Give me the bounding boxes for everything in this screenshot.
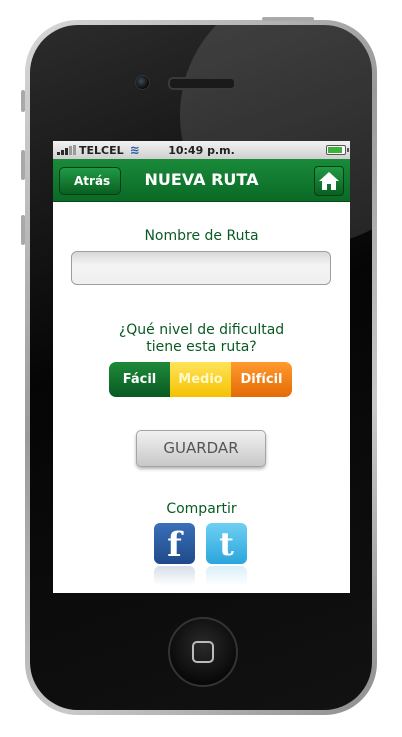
- difficulty-easy-option[interactable]: Fácil: [109, 362, 170, 397]
- share-label: Compartir: [166, 501, 237, 517]
- difficulty-hard-option[interactable]: Difícil: [231, 362, 292, 397]
- navigation-bar: Atrás NUEVA RUTA: [53, 159, 350, 202]
- earpiece-speaker: [168, 77, 236, 90]
- status-bar: TELCEL ≋ 10:49 p.m.: [53, 141, 350, 159]
- facebook-share-button[interactable]: f: [154, 523, 195, 565]
- home-button[interactable]: [314, 166, 344, 196]
- facebook-icon-reflection: [154, 566, 195, 586]
- twitter-icon-reflection: [206, 566, 247, 586]
- save-button[interactable]: GUARDAR: [136, 430, 266, 467]
- status-time: 10:49 p.m.: [168, 143, 235, 157]
- route-name-input[interactable]: [71, 251, 331, 285]
- front-camera: [135, 75, 150, 90]
- home-icon: [319, 172, 339, 190]
- twitter-share-button[interactable]: t: [206, 523, 247, 564]
- app-screen: TELCEL ≋ 10:49 p.m. Atrás NUEVA RUTA Nom…: [53, 141, 350, 593]
- route-name-label: Nombre de Ruta: [144, 228, 259, 244]
- battery-icon: [326, 145, 349, 155]
- volume-up-button: [21, 150, 25, 180]
- difficulty-question-line2: tiene esta ruta?: [146, 339, 257, 355]
- home-square-icon: [192, 641, 214, 663]
- volume-down-button: [21, 215, 25, 245]
- difficulty-question-line1: ¿Qué nivel de dificultad: [118, 322, 285, 338]
- difficulty-selector: Fácil Medio Difícil: [109, 362, 292, 397]
- device-home-button[interactable]: [168, 617, 238, 687]
- back-button[interactable]: Atrás: [59, 167, 122, 195]
- twitter-icon: t: [219, 525, 234, 563]
- sleep-button: [262, 17, 314, 21]
- mute-switch: [21, 90, 25, 112]
- difficulty-medium-option[interactable]: Medio: [170, 362, 231, 397]
- facebook-icon: f: [167, 525, 182, 565]
